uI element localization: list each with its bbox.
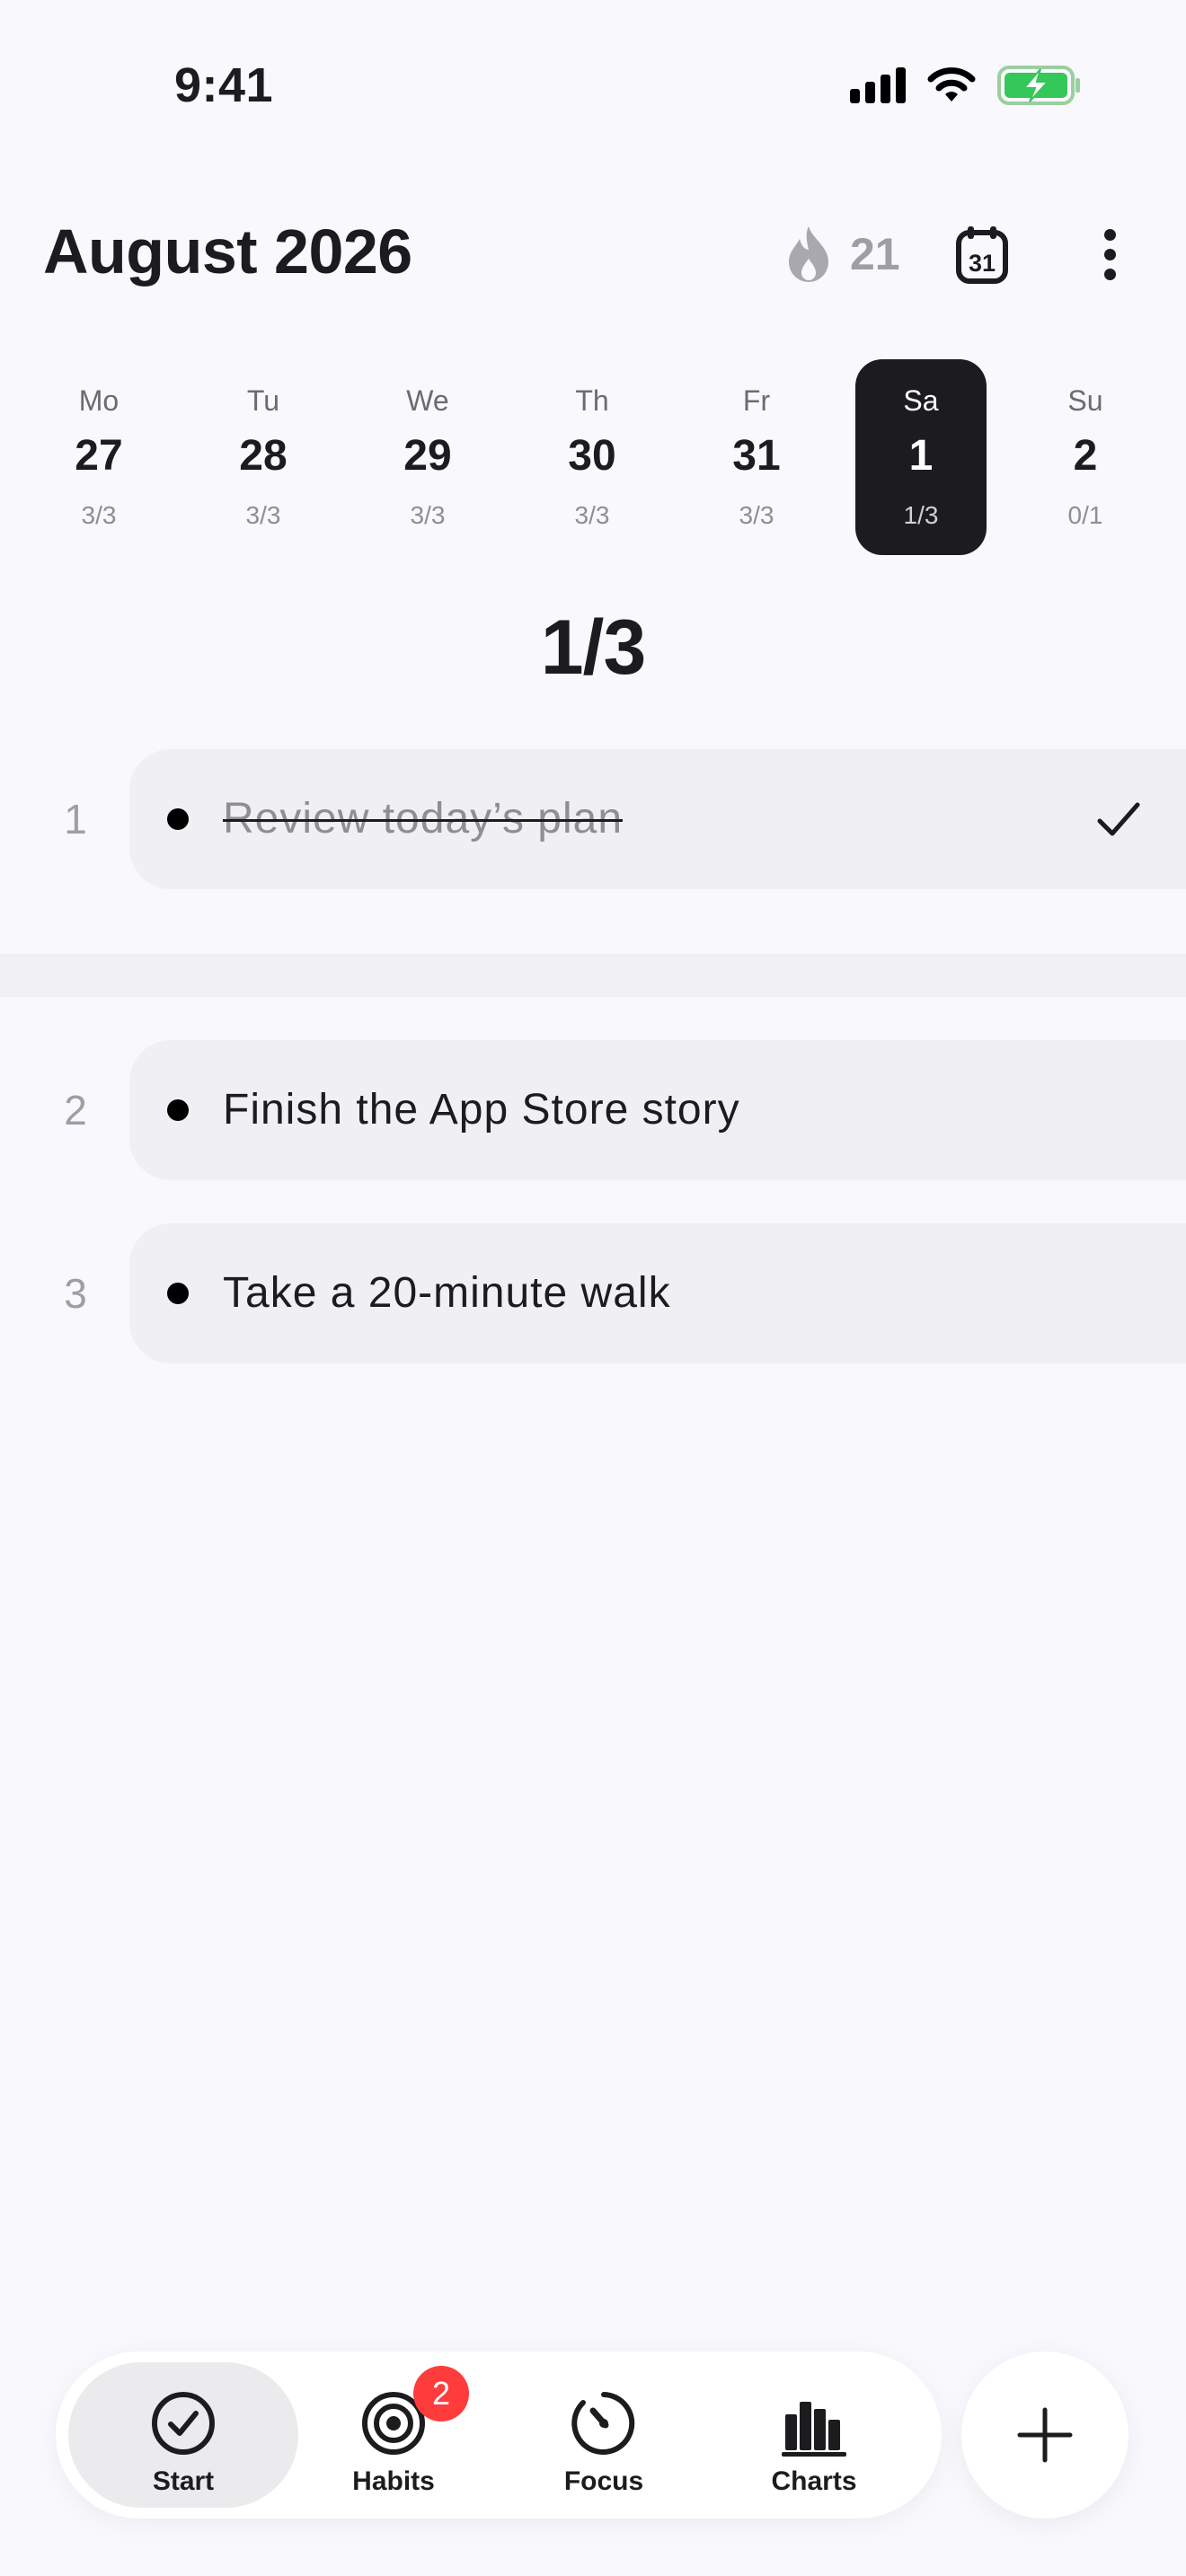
task-text: Finish the App Store story — [223, 1086, 740, 1134]
more-dot — [1103, 248, 1116, 260]
day-progress: 3/3 — [410, 501, 446, 529]
bar-chart-icon — [782, 2402, 846, 2457]
day-number: 31 — [732, 432, 781, 480]
calendar-icon: 31 — [956, 226, 1008, 284]
tab-habits[interactable]: 2 Habits — [279, 2362, 509, 2508]
day-number: 30 — [568, 432, 616, 480]
tab-bar: Start 2 Habits Focus Charts — [56, 2351, 942, 2519]
more-dot — [1103, 228, 1116, 241]
task-row-1: 1 Review today’s plan — [0, 749, 1186, 889]
cellular-signal-icon — [850, 67, 906, 103]
day-name: Mo — [78, 384, 119, 417]
tab-label: Focus — [563, 2466, 644, 2496]
section-divider — [0, 954, 1186, 997]
progress-summary: 1/3 — [540, 604, 647, 691]
wifi-icon — [927, 67, 976, 101]
task-card[interactable]: Finish the App Store story — [129, 1040, 1186, 1180]
calendar-icon-day: 31 — [969, 250, 996, 277]
day-number: 27 — [75, 432, 123, 480]
tab-label: Habits — [352, 2466, 435, 2496]
header: August 2026 21 31 — [0, 207, 1186, 305]
day-progress: 3/3 — [574, 501, 610, 529]
add-task-button[interactable] — [961, 2351, 1128, 2519]
status-time: 9:41 — [174, 58, 274, 112]
task-text: Review today’s plan — [223, 795, 624, 842]
task-card[interactable]: Review today’s plan — [129, 749, 1186, 889]
checkmark-icon[interactable] — [1091, 794, 1145, 844]
day-name: Fr — [742, 384, 771, 417]
day-mo[interactable]: Mo 27 3/3 — [33, 359, 164, 555]
month-title: August 2026 — [43, 216, 412, 287]
tab-focus[interactable]: Focus — [489, 2362, 719, 2508]
status-bar: 9:41 — [0, 0, 1186, 171]
day-su[interactable]: Su 2 0/1 — [1020, 359, 1151, 555]
task-row-3: 3 Take a 20-minute walk — [0, 1223, 1186, 1363]
more-dot — [1103, 268, 1116, 280]
day-we[interactable]: We 29 3/3 — [362, 359, 493, 555]
day-name: Su — [1067, 384, 1103, 417]
day-name: We — [406, 384, 449, 417]
day-number: 1 — [908, 432, 934, 480]
battery-charging-icon — [997, 66, 1080, 105]
streak-counter[interactable]: 21 — [782, 223, 900, 286]
day-fr[interactable]: Fr 31 3/3 — [691, 359, 822, 555]
day-name: Sa — [903, 384, 939, 417]
tab-label: Charts — [771, 2466, 857, 2496]
day-progress: 3/3 — [245, 501, 281, 529]
tab-charts[interactable]: Charts — [699, 2362, 929, 2508]
task-number: 3 — [64, 1270, 87, 1317]
day-tu[interactable]: Tu 28 3/3 — [198, 359, 329, 555]
day-progress: 3/3 — [81, 501, 117, 529]
streak-count: 21 — [850, 229, 900, 279]
bullet-icon — [167, 808, 189, 830]
plus-icon — [1017, 2407, 1073, 2463]
day-sa-selected[interactable]: Sa 1 1/3 — [855, 359, 987, 555]
bullet-icon — [167, 1099, 189, 1121]
day-name: Th — [575, 384, 609, 417]
task-card[interactable]: Take a 20-minute walk — [129, 1223, 1186, 1363]
day-number: 29 — [403, 432, 452, 480]
tab-start[interactable]: Start — [68, 2362, 298, 2508]
task-number: 1 — [64, 796, 87, 842]
day-th[interactable]: Th 30 3/3 — [527, 359, 658, 555]
task-number: 2 — [64, 1087, 87, 1134]
day-number: 28 — [239, 432, 288, 480]
flame-icon — [789, 226, 828, 282]
day-progress: 1/3 — [903, 501, 939, 529]
day-name: Tu — [246, 384, 280, 417]
day-number: 2 — [1073, 432, 1098, 480]
calendar-button[interactable]: 31 — [952, 223, 1012, 286]
task-row-2: 2 Finish the App Store story — [0, 1040, 1186, 1180]
timer-icon — [571, 2392, 635, 2455]
day-progress: 3/3 — [739, 501, 774, 529]
tab-label: Start — [152, 2466, 215, 2496]
more-options-button[interactable] — [1087, 223, 1132, 286]
bullet-icon — [167, 1283, 189, 1304]
task-text: Take a 20-minute walk — [223, 1269, 671, 1317]
screen: 9:41 August 2026 21 31 Mo 27 3/3 Tu 28 3… — [0, 0, 1186, 2576]
day-progress: 0/1 — [1067, 501, 1103, 529]
week-strip: Mo 27 3/3 Tu 28 3/3 We 29 3/3 Th 30 3/3 … — [0, 359, 1186, 555]
habits-badge: 2 — [413, 2366, 469, 2422]
status-icons — [850, 65, 1082, 106]
check-circle-icon — [152, 2392, 215, 2455]
